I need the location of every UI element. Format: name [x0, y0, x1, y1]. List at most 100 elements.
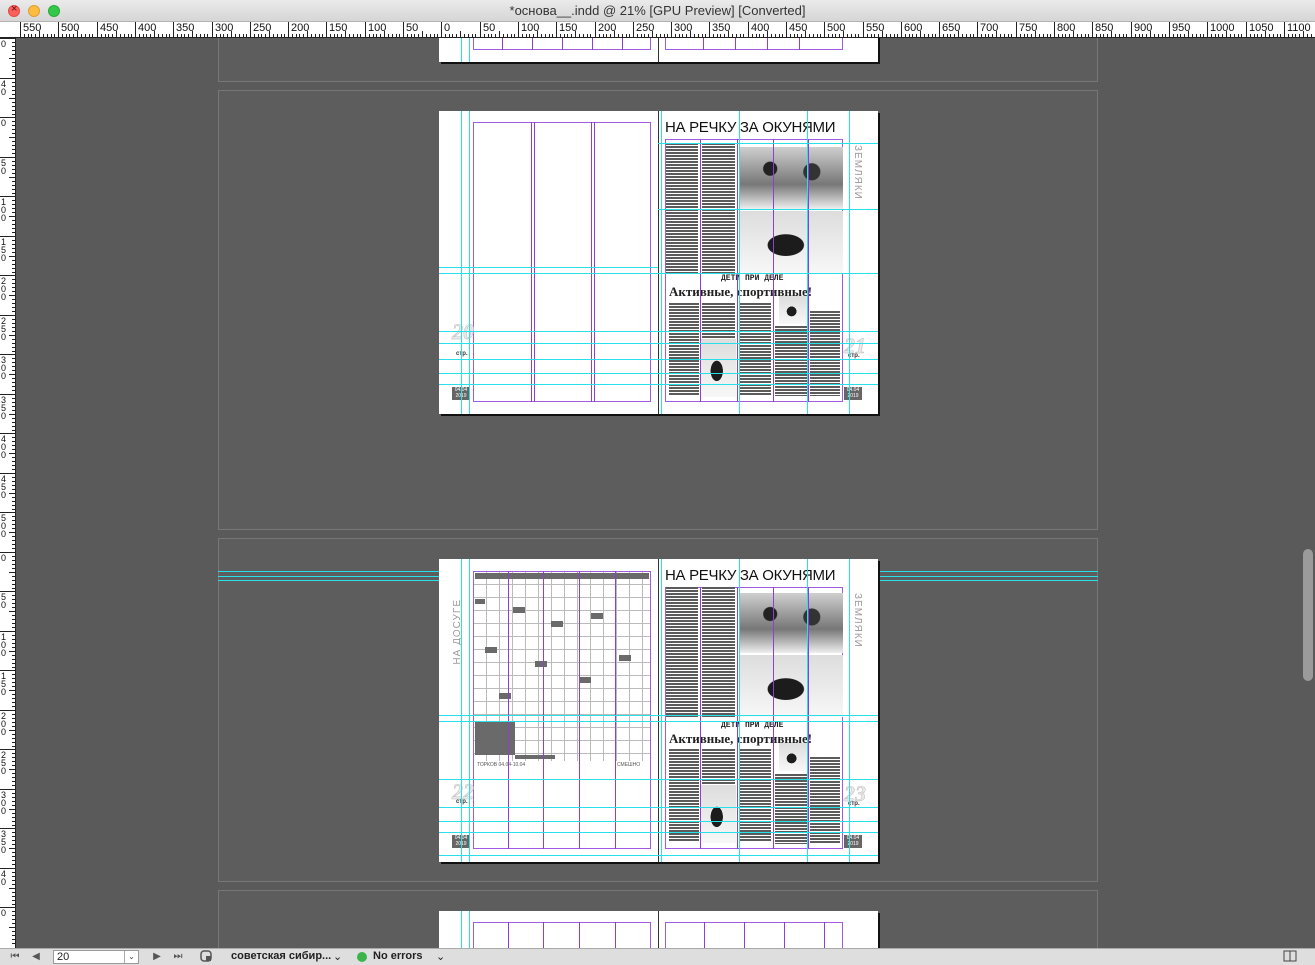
ruler-guide[interactable]: [661, 111, 662, 414]
document-canvas[interactable]: 20 стр. 04.04 2019 НА РЕЧКУ ЗА ОКУНЯМИ З…: [16, 38, 1300, 948]
ruler-guide[interactable]: [739, 111, 740, 414]
ruler-guide[interactable]: [439, 343, 878, 344]
horizontal-ruler[interactable]: 550 500 450 400 350 300 250 200 150 100 50 0 50 100 15…: [0, 22, 1315, 38]
photo-winter-fishing[interactable]: [739, 655, 843, 717]
ruler-minor-tick: [603, 34, 604, 37]
ruler-guide[interactable]: [807, 559, 808, 862]
spread-1[interactable]: [439, 38, 878, 62]
ruler-guide[interactable]: [469, 38, 470, 62]
ruler-minor-tick: [1088, 34, 1089, 37]
photo-winter-fishing[interactable]: [739, 211, 843, 273]
chevron-down-icon[interactable]: ⌄: [333, 950, 342, 963]
spread-20-21[interactable]: 20 стр. 04.04 2019 НА РЕЧКУ ЗА ОКУНЯМИ З…: [439, 111, 878, 414]
ruler-guide[interactable]: [807, 111, 808, 414]
ruler-guide[interactable]: [469, 111, 470, 414]
ruler-minor-tick: [12, 860, 15, 861]
page-number-field[interactable]: 20 ⌄: [53, 950, 139, 964]
photo-fishermen[interactable]: [739, 593, 843, 653]
ruler-minor-tick: [1165, 34, 1166, 37]
vertical-ruler[interactable]: 0 4 0 0 5 0 1 0 0 1 5 0 2 0 0 2 5 0 3 0 0 3 5 0 4 …: [0, 38, 16, 948]
ruler-guide[interactable]: [658, 273, 878, 274]
ruler-guide[interactable]: [439, 331, 878, 332]
text-frame[interactable]: [669, 303, 699, 395]
photo-fishermen[interactable]: [739, 147, 843, 209]
ruler-guide[interactable]: [439, 373, 878, 374]
ruler-guide[interactable]: [439, 721, 878, 722]
ruler-minor-tick: [349, 34, 350, 37]
scrollbar-thumb[interactable]: [1303, 549, 1313, 681]
ruler-tick-label: 5 0 0: [1, 513, 7, 539]
text-frame[interactable]: [666, 587, 698, 717]
ruler-minor-tick: [445, 34, 446, 37]
ruler-guide[interactable]: [739, 559, 740, 862]
ruler-minor-tick: [12, 343, 15, 344]
photo-skier[interactable]: [779, 296, 807, 324]
ruler-guide[interactable]: [849, 111, 850, 414]
vertical-scrollbar[interactable]: [1300, 38, 1315, 948]
split-window-icon[interactable]: [1283, 950, 1297, 964]
ruler-minor-tick: [992, 34, 993, 37]
ruler-guide[interactable]: [439, 267, 658, 268]
text-frame[interactable]: [702, 143, 735, 273]
ruler-guide[interactable]: [469, 559, 470, 862]
ruler-minor-tick: [1265, 31, 1266, 37]
article-headline[interactable]: НА РЕЧКУ ЗА ОКУНЯМИ: [665, 119, 836, 136]
text-frame[interactable]: [739, 303, 771, 395]
text-frame[interactable]: [739, 749, 771, 841]
photo-child[interactable]: [701, 785, 736, 843]
ruler-guide[interactable]: [439, 273, 658, 274]
text-frame[interactable]: [666, 143, 698, 273]
ruler-guide[interactable]: [661, 559, 662, 862]
ruler-guide[interactable]: [439, 779, 878, 780]
next-page-button[interactable]: ▶: [150, 950, 164, 964]
ruler-guide[interactable]: [439, 832, 878, 833]
ruler-minor-tick: [1269, 34, 1270, 37]
text-frame[interactable]: [702, 587, 735, 717]
ruler-minor-tick: [12, 323, 15, 324]
ruler-guide[interactable]: [439, 359, 878, 360]
ruler-minor-tick: [12, 516, 15, 517]
ruler-tick: [1131, 22, 1132, 37]
ruler-guide[interactable]: [469, 911, 470, 948]
last-page-button[interactable]: ⏭: [171, 950, 185, 964]
ruler-minor-tick: [12, 856, 15, 857]
preflight-status[interactable]: No errors: [373, 950, 423, 962]
text-frame[interactable]: [669, 749, 699, 841]
ruler-minor-tick: [475, 34, 476, 37]
ruler-guide[interactable]: [658, 209, 878, 210]
ruler-guide[interactable]: [461, 559, 462, 862]
ruler-minor-tick: [12, 781, 15, 782]
ruler-minor-tick: [181, 34, 182, 37]
margin-box: [473, 122, 651, 402]
ruler-guide[interactable]: [461, 38, 462, 62]
master-page-icon[interactable]: [199, 950, 213, 964]
chevron-down-icon[interactable]: ⌄: [124, 951, 138, 963]
ruler-guide[interactable]: [439, 855, 878, 856]
text-frame[interactable]: [810, 757, 840, 843]
ruler-minor-tick: [12, 204, 15, 205]
ruler-minor-tick: [962, 34, 963, 37]
photo-child[interactable]: [701, 339, 736, 397]
ruler-guide[interactable]: [439, 384, 878, 385]
article-headline[interactable]: НА РЕЧКУ ЗА ОКУНЯМИ: [665, 567, 836, 584]
spread-22-23[interactable]: НА ДОСУГЕ ТОРКОВ 04.04-10.04 СМЕШНО 22 с…: [439, 559, 878, 862]
previous-page-button[interactable]: ◀: [29, 950, 43, 964]
chevron-down-icon[interactable]: ⌄: [436, 950, 445, 963]
ruler-minor-tick: [12, 797, 15, 798]
ruler-guide[interactable]: [658, 143, 878, 144]
first-page-button[interactable]: ⏮: [8, 950, 22, 964]
ruler-guide[interactable]: [439, 807, 878, 808]
ruler-minor-tick: [472, 34, 473, 37]
ruler-guide[interactable]: [461, 111, 462, 414]
ruler-guide[interactable]: [439, 715, 878, 716]
ruler-guide[interactable]: [849, 559, 850, 862]
master-page-name[interactable]: советская сибир...: [231, 950, 331, 962]
text-frame[interactable]: [775, 326, 807, 396]
ruler-guide[interactable]: [461, 911, 462, 948]
photo-skier[interactable]: [779, 743, 807, 771]
text-frame[interactable]: [775, 774, 807, 844]
ruler-guide[interactable]: [439, 821, 878, 822]
spread-24-25[interactable]: [439, 911, 878, 948]
ruler-minor-tick: [890, 34, 891, 37]
ruler-minor-tick: [12, 667, 15, 668]
